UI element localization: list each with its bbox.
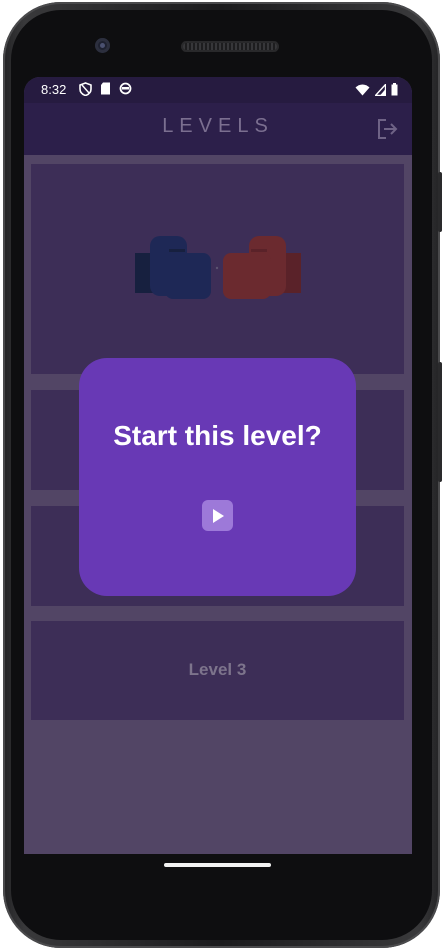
sd-card-icon (101, 82, 110, 95)
wifi-icon (355, 84, 370, 95)
level-card-3[interactable]: Level 3 (31, 621, 404, 720)
level-label-3: Level 3 (188, 660, 247, 679)
home-indicator[interactable] (164, 863, 271, 867)
battery-icon (391, 83, 398, 96)
volume-button (438, 362, 442, 482)
status-bar: 8:32 (24, 77, 412, 103)
power-button (438, 172, 442, 232)
page-title: LEVELS (162, 115, 274, 137)
play-button[interactable] (202, 500, 233, 531)
boxing-gloves-icon (135, 236, 301, 299)
blue-glove-icon (135, 236, 211, 299)
start-level-dialog: Start this level? (79, 358, 356, 596)
shield-icon (79, 82, 92, 96)
status-right-icons (355, 83, 398, 96)
level-card-0[interactable] (31, 164, 404, 374)
front-camera-icon (95, 38, 110, 53)
logout-icon[interactable] (376, 117, 400, 141)
play-icon (213, 509, 224, 523)
dialog-title: Start this level? (113, 420, 322, 451)
status-time: 8:32 (41, 82, 67, 97)
app-bar: LEVELS (24, 103, 412, 155)
app-screen: 8:32 LEVELS Level 3 Start this level? (24, 77, 412, 854)
signal-icon (375, 83, 386, 96)
sync-icon (119, 82, 132, 95)
speaker-grille (181, 41, 279, 52)
status-left-icons (79, 82, 132, 96)
red-glove-icon (223, 236, 301, 299)
